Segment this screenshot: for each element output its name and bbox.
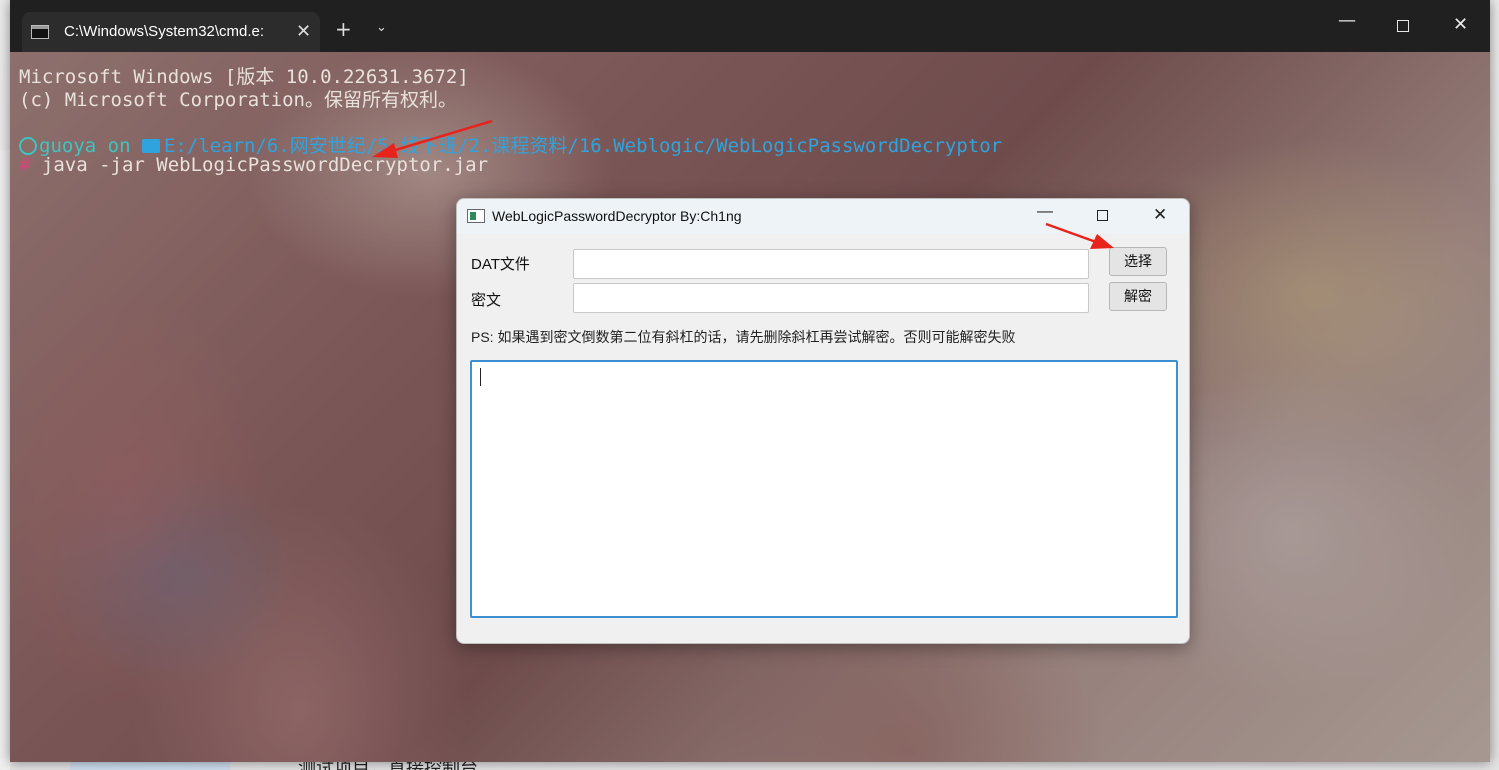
user-icon [19,137,37,155]
dat-file-label: DAT文件 [471,256,530,273]
terminal-titlebar[interactable]: C:\Windows\System32\cmd.e: ✕ + ⌄ — ✕ [10,0,1490,52]
terminal-line-copyright: (c) Microsoft Corporation。保留所有权利。 [19,89,457,111]
text-caret [480,368,481,386]
prompt-hash: # [19,154,31,176]
dialog-close-icon[interactable]: ✕ [1153,205,1167,225]
chevron-down-icon[interactable]: ⌄ [376,20,387,35]
dialog-minimize-icon[interactable]: — [1037,203,1053,221]
dialog-titlebar[interactable]: WebLogicPasswordDecryptor By:Ch1ng — ✕ [457,199,1189,233]
ciphertext-label: 密文 [471,292,502,309]
decrypt-button[interactable]: 解密 [1109,282,1167,311]
decryptor-dialog[interactable]: WebLogicPasswordDecryptor By:Ch1ng — ✕ D… [456,198,1190,644]
tab-title: C:\Windows\System32\cmd.e: [64,23,265,40]
terminal-command-line: # java -jar WebLogicPasswordDecryptor.ja… [19,154,488,176]
choose-button[interactable]: 选择 [1109,247,1167,276]
dialog-maximize-icon[interactable] [1097,210,1108,221]
ciphertext-input[interactable] [573,283,1089,313]
ps-hint-text: PS: 如果遇到密文倒数第二位有斜杠的话，请先删除斜杠再尝试解密。否则可能解密失… [471,329,1016,345]
terminal-tab[interactable]: C:\Windows\System32\cmd.e: ✕ [22,12,320,52]
output-textarea[interactable] [470,360,1178,618]
dat-file-input[interactable] [573,249,1089,279]
desktop-left-strip [0,150,10,770]
app-icon [467,209,485,223]
new-tab-icon[interactable]: + [335,17,352,41]
close-icon[interactable]: ✕ [1453,14,1468,35]
folder-icon [141,139,160,153]
command-text: java -jar WebLogicPasswordDecryptor.jar [30,154,489,176]
terminal-icon [31,25,49,39]
dialog-title: WebLogicPasswordDecryptor By:Ch1ng [492,208,742,224]
maximize-icon[interactable] [1397,20,1409,32]
tab-close-icon[interactable]: ✕ [296,21,311,42]
minimize-icon[interactable]: — [1338,10,1356,31]
